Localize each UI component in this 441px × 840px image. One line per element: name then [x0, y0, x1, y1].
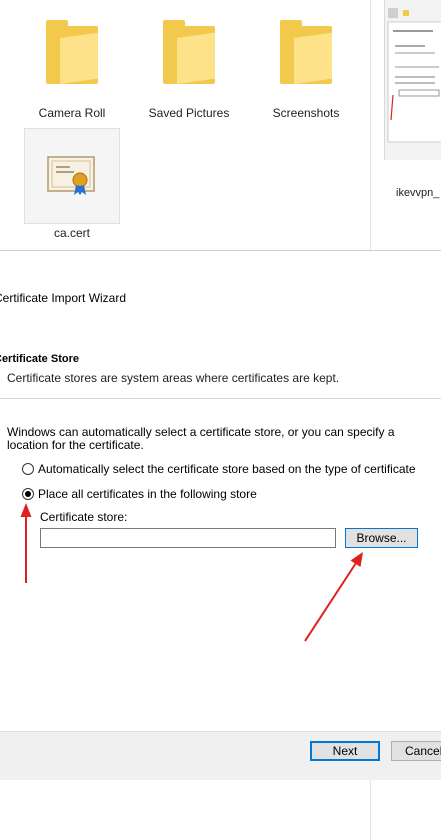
section-subtitle: Certificate stores are system areas wher…	[7, 371, 340, 385]
folder-screenshots[interactable]: Screenshots	[256, 0, 356, 120]
cancel-button[interactable]: Cancel	[391, 741, 441, 761]
thumbnail-label: ikevvpn_	[396, 187, 440, 199]
section-title: Certificate Store	[0, 353, 79, 365]
radio-label: Place all certificates in the following …	[38, 487, 257, 501]
file-explorer-pane: Camera Roll Saved Pictures Screenshots c…	[0, 0, 441, 250]
window-edge	[370, 780, 371, 840]
folder-label: Saved Pictures	[148, 106, 230, 120]
folder-label: Screenshots	[272, 106, 340, 120]
folder-label: Camera Roll	[38, 106, 106, 120]
radio-label: Automatically select the certificate sto…	[38, 462, 416, 476]
folder-icon	[280, 20, 332, 84]
radio-auto-select-store[interactable]: Automatically select the certificate sto…	[22, 462, 416, 476]
thumbnail-preview-icon	[387, 8, 441, 143]
certificate-store-field[interactable]	[40, 528, 336, 548]
radio-button[interactable]	[22, 463, 34, 475]
wizard-title: Certificate Import Wizard	[0, 291, 127, 305]
file-ca-cert[interactable]	[24, 128, 120, 224]
certificate-import-wizard: Certificate Import Wizard Certificate St…	[0, 250, 441, 782]
browse-button[interactable]: Browse...	[345, 528, 418, 548]
certificate-icon	[47, 156, 95, 195]
explorer-background	[0, 780, 441, 840]
folder-saved-pictures[interactable]: Saved Pictures	[139, 0, 239, 120]
next-button[interactable]: Next	[310, 741, 380, 761]
wizard-thumbnail[interactable]	[384, 0, 441, 160]
radio-button[interactable]	[22, 488, 34, 500]
folder-camera-roll[interactable]: Camera Roll	[22, 0, 122, 120]
folder-icon	[163, 20, 215, 84]
description-text: Windows can automatically select a certi…	[7, 425, 395, 452]
radio-place-in-store[interactable]: Place all certificates in the following …	[22, 487, 257, 501]
folder-icon	[46, 20, 98, 84]
certificate-store-label: Certificate store:	[40, 510, 128, 524]
window-edge	[370, 0, 371, 250]
divider	[0, 398, 441, 399]
file-label: ca.cert	[53, 226, 90, 240]
